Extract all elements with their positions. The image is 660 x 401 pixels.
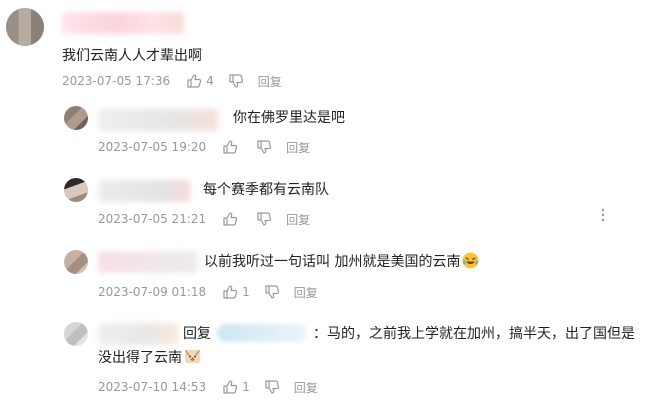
reply-text: 每个赛季都有云南队 [203, 182, 329, 198]
reply-meta: 2023-07-10 14:53 1 回复 [98, 379, 318, 395]
reply-text: 以前我听过一句话叫 加州就是美国的云南 [204, 252, 479, 272]
reply-text: 回复 ：马的，之前我上学就在加州，搞半天，出了国但是 [183, 324, 635, 344]
like-button[interactable]: 4 [186, 73, 214, 89]
reply-text-line2: 没出得了云南 [98, 350, 182, 366]
thumb-down-icon [265, 285, 279, 299]
reply-meta: 2023-07-05 21:21 回复 [98, 211, 310, 227]
reply-button[interactable]: 回复 [258, 73, 282, 90]
like-count: 1 [242, 285, 250, 299]
username[interactable] [62, 12, 184, 34]
reply-button[interactable]: 回复 [286, 211, 310, 228]
like-button[interactable]: 1 [222, 379, 250, 395]
thumb-up-icon [223, 140, 238, 154]
reply-to-username[interactable] [217, 324, 307, 342]
thumb-down-icon [229, 74, 243, 88]
dislike-button[interactable] [256, 211, 272, 227]
dislike-button[interactable] [264, 379, 280, 395]
thumb-down-icon [257, 140, 272, 154]
reply-avatar[interactable] [64, 106, 88, 130]
dog-emoji [184, 349, 201, 364]
reply-button[interactable]: 回复 [294, 284, 318, 301]
like-button[interactable] [222, 139, 242, 155]
thumb-down-icon [265, 380, 279, 394]
reply-text: 你在佛罗里达是吧 [233, 110, 345, 126]
reply-avatar[interactable] [64, 178, 88, 202]
laughing-emoji [462, 252, 479, 269]
reply-username[interactable] [98, 251, 198, 273]
like-button[interactable]: 1 [222, 284, 250, 300]
comment-thread: 我们云南人人才辈出啊 2023-07-05 17:36 4 回复 你在佛罗里达是… [0, 0, 660, 401]
thumb-up-icon [223, 380, 238, 394]
reply-to-label: 回复 [183, 326, 211, 342]
reply-avatar[interactable] [64, 322, 88, 346]
comment-time: 2023-07-05 17:36 [62, 74, 171, 88]
thumb-up-icon [223, 285, 238, 299]
thumb-down-icon [257, 212, 272, 226]
reply-time: 2023-07-05 19:20 [98, 140, 207, 154]
comment-meta: 2023-07-05 17:36 4 回复 [62, 73, 282, 89]
dislike-button[interactable] [256, 139, 272, 155]
dislike-button[interactable] [264, 284, 280, 300]
thumb-up-icon [223, 212, 238, 226]
reply-avatar[interactable] [64, 250, 88, 274]
reply-button[interactable]: 回复 [294, 379, 318, 396]
reply-text-content: 以前我听过一句话叫 加州就是美国的云南 [204, 254, 461, 270]
thumb-up-icon [187, 74, 202, 88]
more-vertical-icon[interactable] [600, 208, 606, 222]
reply-text: 没出得了云南 [98, 348, 201, 368]
like-count: 4 [206, 74, 214, 88]
reply-meta: 2023-07-05 19:20 回复 [98, 139, 310, 155]
dislike-button[interactable] [228, 73, 244, 89]
reply-username[interactable] [98, 323, 178, 345]
avatar[interactable] [6, 8, 44, 46]
like-count: 1 [242, 380, 250, 394]
reply-meta: 2023-07-09 01:18 1 回复 [98, 284, 318, 300]
reply-username[interactable] [98, 109, 218, 131]
reply-time: 2023-07-09 01:18 [98, 285, 207, 299]
reply-username[interactable] [98, 180, 190, 202]
reply-time: 2023-07-05 21:21 [98, 212, 207, 226]
reply-button[interactable]: 回复 [286, 139, 310, 156]
like-button[interactable] [222, 211, 242, 227]
comment-text: 我们云南人人才辈出啊 [62, 48, 202, 64]
reply-text-line1: ：马的，之前我上学就在加州，搞半天，出了国但是 [313, 326, 635, 342]
reply-time: 2023-07-10 14:53 [98, 380, 207, 394]
